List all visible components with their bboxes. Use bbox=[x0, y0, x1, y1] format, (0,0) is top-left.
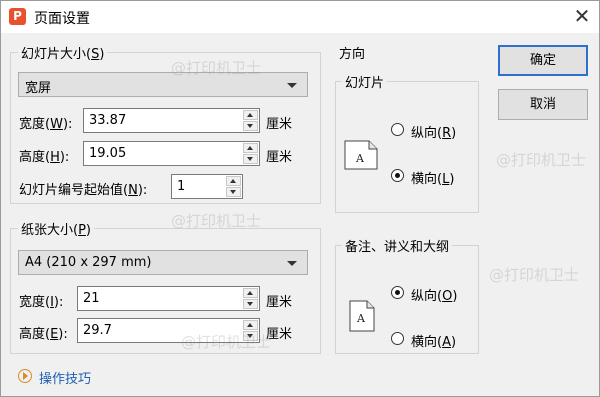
page-glyph: A bbox=[355, 152, 365, 165]
slide-number-stepper[interactable] bbox=[226, 176, 241, 197]
paper-height-unit: 厘米 bbox=[266, 327, 293, 342]
decrement-arrow-icon[interactable] bbox=[243, 121, 258, 131]
slide-height-spinner[interactable]: 19.05 bbox=[83, 141, 260, 166]
chevron-down-icon bbox=[287, 83, 297, 88]
slide-width-spinner[interactable]: 33.87 bbox=[83, 108, 260, 133]
increment-arrow-icon[interactable] bbox=[226, 176, 241, 186]
orientation-heading: 方向 bbox=[339, 47, 366, 62]
decrement-arrow-icon[interactable] bbox=[243, 331, 258, 341]
paper-width-unit: 厘米 bbox=[266, 295, 293, 310]
chevron-down-icon bbox=[287, 261, 297, 266]
notes-portrait-radio[interactable] bbox=[391, 286, 404, 299]
slide-size-dropdown[interactable]: 宽屏 bbox=[18, 72, 308, 97]
tips-link[interactable]: 操作技巧 bbox=[39, 368, 91, 387]
slide-width-stepper[interactable] bbox=[243, 110, 258, 131]
slides-portrait-label[interactable]: 纵向(R) bbox=[411, 122, 456, 141]
paper-size-group-label: 纸张大小(P) bbox=[18, 219, 94, 238]
play-circle-icon[interactable] bbox=[18, 369, 32, 383]
paper-width-spinner[interactable]: 21 bbox=[77, 286, 260, 311]
cancel-button[interactable]: 取消 bbox=[498, 89, 588, 120]
paper-height-label: 高度(E): bbox=[19, 327, 68, 342]
close-button[interactable]: ✕ bbox=[571, 5, 593, 27]
slide-number-label: 幻灯片编号起始值(N): bbox=[19, 183, 148, 198]
dialog-title: 页面设置 bbox=[34, 11, 90, 27]
paper-width-stepper[interactable] bbox=[243, 288, 258, 309]
increment-arrow-icon[interactable] bbox=[243, 320, 258, 330]
slides-landscape-label[interactable]: 横向(L) bbox=[411, 168, 454, 187]
slide-width-label: 宽度(W): bbox=[19, 117, 73, 132]
slide-height-label: 高度(H): bbox=[19, 150, 70, 165]
portrait-page-icon: A bbox=[349, 300, 375, 332]
slide-height-unit: 厘米 bbox=[266, 150, 293, 165]
paper-height-stepper[interactable] bbox=[243, 320, 258, 341]
decrement-arrow-icon[interactable] bbox=[226, 187, 241, 197]
paper-height-spinner[interactable]: 29.7 bbox=[77, 318, 260, 343]
watermark: @打印机卫士 bbox=[496, 151, 587, 169]
title-bar: P 页面设置 ✕ bbox=[1, 1, 599, 33]
slides-portrait-radio[interactable] bbox=[391, 123, 404, 136]
paper-width-label: 宽度(I): bbox=[19, 295, 64, 310]
slides-landscape-radio[interactable] bbox=[391, 169, 404, 182]
notes-landscape-label[interactable]: 横向(A) bbox=[411, 331, 456, 350]
paper-size-dropdown[interactable]: A4 (210 x 297 mm) bbox=[18, 250, 308, 275]
landscape-page-icon: A bbox=[344, 140, 378, 170]
decrement-arrow-icon[interactable] bbox=[243, 299, 258, 309]
slide-size-selected: 宽屏 bbox=[25, 81, 52, 96]
increment-arrow-icon[interactable] bbox=[243, 110, 258, 120]
increment-arrow-icon[interactable] bbox=[243, 288, 258, 298]
paper-height-value: 29.7 bbox=[83, 323, 112, 338]
slide-height-value: 19.05 bbox=[89, 146, 127, 161]
wps-presentation-icon: P bbox=[9, 8, 26, 25]
watermark: @打印机卫士 bbox=[489, 266, 580, 284]
notes-orientation-label: 备注、讲义和大纲 bbox=[342, 236, 453, 255]
ok-button[interactable]: 确定 bbox=[498, 45, 588, 76]
notes-portrait-label[interactable]: 纵向(O) bbox=[411, 285, 457, 304]
slide-orientation-label: 幻灯片 bbox=[342, 72, 388, 91]
slide-width-value: 33.87 bbox=[89, 113, 127, 128]
slide-number-value: 1 bbox=[177, 179, 186, 194]
page-setup-dialog: P 页面设置 ✕ 幻灯片大小(S) 宽屏 宽度(W): 33.87 厘米 高度(… bbox=[0, 0, 600, 397]
decrement-arrow-icon[interactable] bbox=[243, 154, 258, 164]
notes-landscape-radio[interactable] bbox=[391, 332, 404, 345]
slide-number-spinner[interactable]: 1 bbox=[171, 174, 243, 199]
paper-width-value: 21 bbox=[83, 291, 100, 306]
slide-width-unit: 厘米 bbox=[266, 117, 293, 132]
slide-height-stepper[interactable] bbox=[243, 143, 258, 164]
slide-size-group-label: 幻灯片大小(S) bbox=[18, 43, 108, 62]
page-glyph: A bbox=[356, 312, 366, 325]
increment-arrow-icon[interactable] bbox=[243, 143, 258, 153]
paper-size-selected: A4 (210 x 297 mm) bbox=[25, 255, 152, 270]
